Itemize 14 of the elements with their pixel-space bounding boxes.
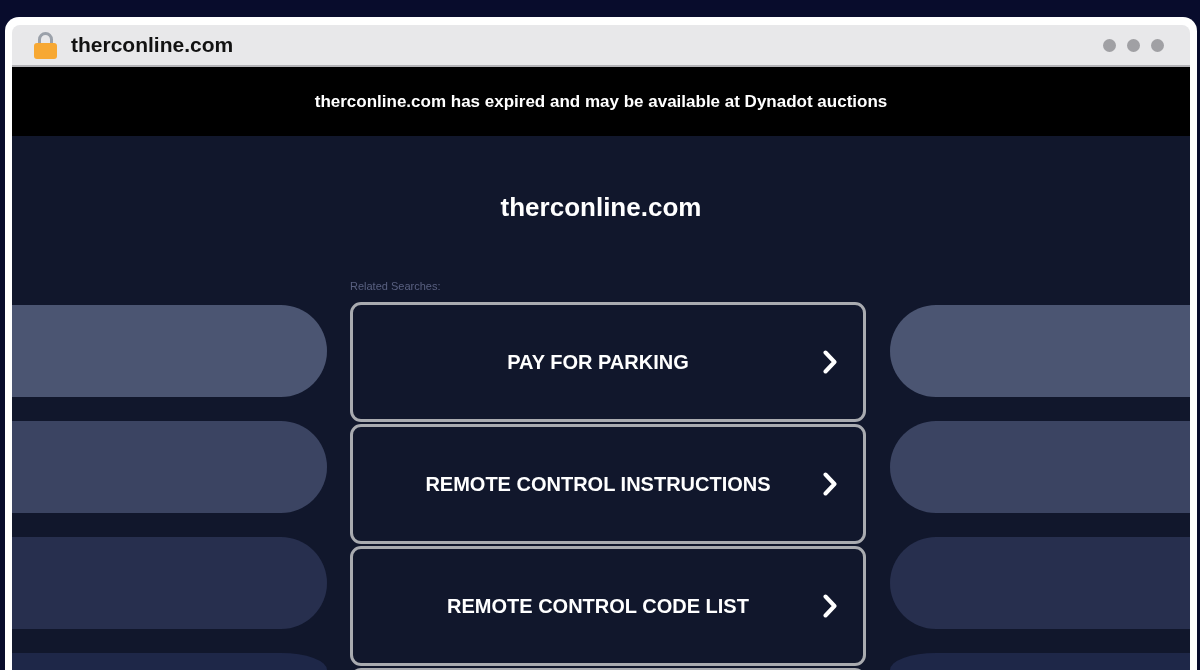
search-link[interactable]: REMOTE CONTROL CODE LIST: [350, 546, 866, 666]
window-dot-icon[interactable]: [1127, 38, 1140, 52]
related-searches-label: Related Searches:: [350, 279, 441, 293]
banner-text: therconline.com has expired and may be available at Dynadot auctions: [314, 90, 888, 113]
url-text: therconline.com: [71, 32, 234, 59]
window-dot-icon[interactable]: [1151, 38, 1164, 52]
lock-icon: [34, 31, 57, 59]
chevron-right-icon: [823, 472, 837, 496]
search-link[interactable]: PAY FOR PARKING: [350, 302, 866, 422]
search-link[interactable]: REMOTE CONTROL INSTRUCTIONS: [350, 424, 866, 544]
chevron-right-icon: [823, 350, 837, 374]
window-dot-icon[interactable]: [1103, 38, 1116, 52]
domain-title: therconline.com: [500, 192, 702, 223]
chevron-right-icon: [823, 594, 837, 618]
